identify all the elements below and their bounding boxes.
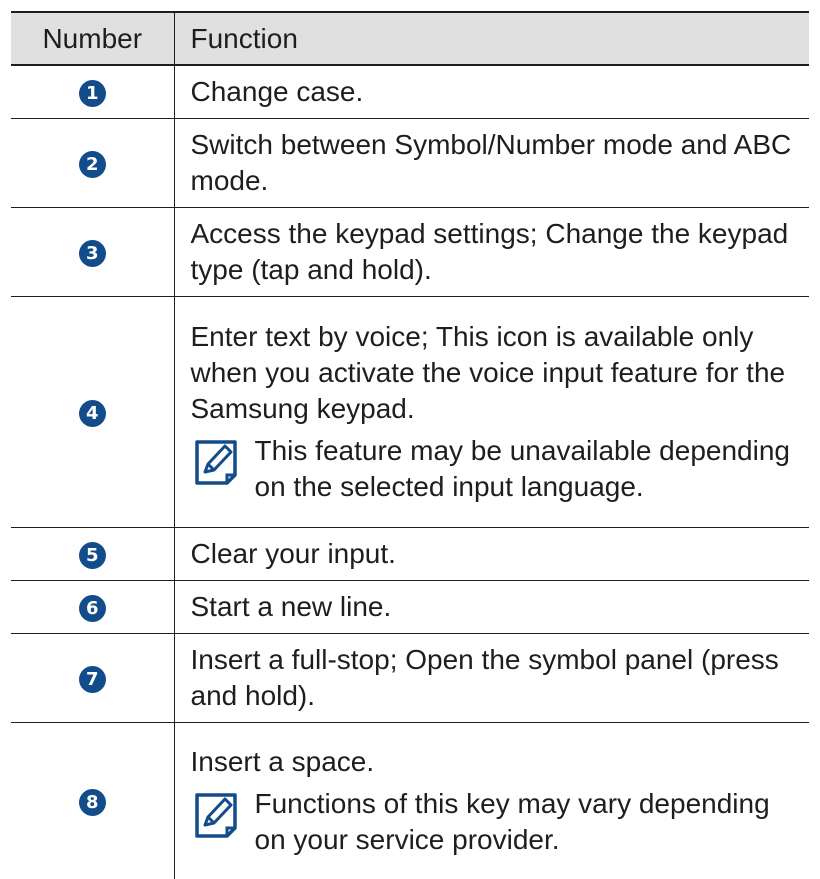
number-cell: 4 bbox=[11, 296, 174, 528]
function-text: Start a new line. bbox=[173, 580, 809, 634]
table-header-row: Number Function bbox=[11, 11, 809, 66]
number-badge: 3 bbox=[78, 240, 106, 268]
number-cell: 6 bbox=[11, 580, 174, 634]
table-row: 1 Change case. bbox=[11, 65, 809, 119]
table-row: 4 Enter text by voice; This icon is avai… bbox=[11, 296, 809, 528]
number-badge: 6 bbox=[78, 595, 106, 623]
note-pencil-icon bbox=[194, 440, 237, 485]
note-text: This feature may be unavailable dependin… bbox=[254, 435, 790, 502]
number-badge: 2 bbox=[78, 151, 106, 179]
note: This feature may be unavailable dependin… bbox=[191, 433, 802, 505]
function-text: Insert a space. bbox=[190, 745, 375, 777]
table-row: 2 Switch between Symbol/Number mode and … bbox=[11, 118, 809, 208]
number-badge: 4 bbox=[78, 400, 106, 428]
table-row: 6 Start a new line. bbox=[11, 580, 809, 634]
function-cell: Insert a space. Functions of this key ma… bbox=[173, 722, 809, 879]
number-cell: 2 bbox=[11, 118, 174, 208]
table-row: 8 Insert a space. Functions of this key … bbox=[11, 722, 809, 879]
page: Number Function 1 Change case. 2 Switch … bbox=[0, 0, 820, 879]
table-row: 3 Access the keypad settings; Change the… bbox=[11, 207, 809, 297]
function-text: Clear your input. bbox=[173, 527, 809, 581]
number-cell: 1 bbox=[11, 65, 174, 119]
note-pencil-icon bbox=[194, 793, 237, 838]
function-text: Change case. bbox=[173, 65, 809, 119]
function-text: Switch between Symbol/Number mode and AB… bbox=[173, 118, 809, 208]
number-cell: 7 bbox=[11, 633, 174, 723]
header-number: Number bbox=[11, 11, 174, 66]
number-cell: 8 bbox=[11, 723, 174, 879]
header-function: Function bbox=[173, 11, 809, 66]
number-badge: 8 bbox=[78, 788, 106, 816]
function-text: Access the keypad settings; Change the k… bbox=[173, 207, 809, 297]
function-text: Insert a full-stop; Open the symbol pane… bbox=[173, 633, 809, 723]
note-text: Functions of this key may vary depending… bbox=[254, 787, 770, 855]
number-badge: 5 bbox=[78, 542, 106, 570]
function-text: Enter text by voice; This icon is availa… bbox=[190, 321, 786, 424]
table-row: 7 Insert a full-stop; Open the symbol pa… bbox=[11, 633, 809, 723]
number-cell: 5 bbox=[11, 527, 174, 581]
number-badge: 1 bbox=[78, 80, 106, 108]
number-badge: 7 bbox=[78, 666, 106, 694]
table-row: 5 Clear your input. bbox=[11, 527, 809, 581]
note: Functions of this key may vary depending… bbox=[191, 786, 802, 858]
function-cell: Enter text by voice; This icon is availa… bbox=[173, 296, 809, 528]
function-table: Number Function 1 Change case. 2 Switch … bbox=[11, 11, 809, 879]
number-cell: 3 bbox=[11, 207, 174, 297]
